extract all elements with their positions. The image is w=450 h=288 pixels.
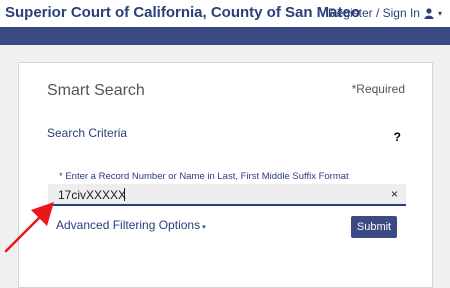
search-criteria-label: Search Criteria <box>47 126 128 140</box>
search-hint: * Enter a Record Number or Name in Last,… <box>59 171 349 182</box>
search-input[interactable] <box>58 186 378 203</box>
panel-title: Smart Search <box>47 82 145 99</box>
help-icon[interactable]: ? <box>394 130 401 144</box>
chevron-down-icon[interactable]: ▾ <box>202 224 206 231</box>
navigation-bar <box>0 27 450 45</box>
submit-button[interactable]: Submit <box>351 216 397 238</box>
advanced-filtering-toggle[interactable]: Advanced Filtering Options ▾ <box>56 218 206 232</box>
user-icon <box>424 7 434 19</box>
advanced-filtering-label[interactable]: Advanced Filtering Options <box>56 218 200 232</box>
search-field[interactable]: × <box>48 184 406 206</box>
signin-label[interactable]: Register / Sign In <box>328 6 420 20</box>
site-title[interactable]: Superior Court of California, County of … <box>5 4 360 21</box>
top-header: Superior Court of California, County of … <box>0 0 450 27</box>
smart-search-panel: Smart Search *Required Search Criteria ?… <box>18 62 433 288</box>
clear-icon[interactable]: × <box>391 187 398 201</box>
required-note: *Required <box>351 82 405 96</box>
text-cursor <box>124 188 125 201</box>
chevron-down-icon[interactable]: ▾ <box>438 9 442 18</box>
register-signin-link[interactable]: Register / Sign In ▾ <box>328 6 442 20</box>
